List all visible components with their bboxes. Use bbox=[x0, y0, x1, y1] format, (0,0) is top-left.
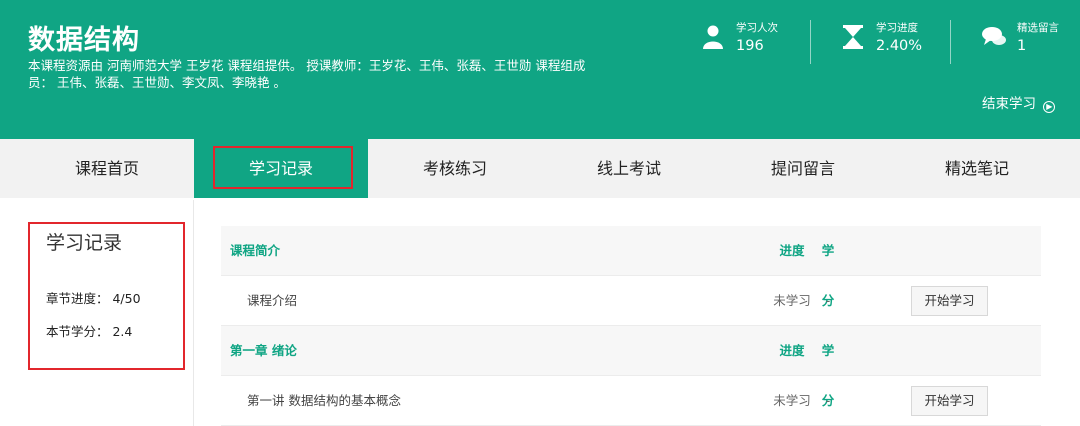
course-title: 数据结构 bbox=[28, 25, 140, 56]
highlight-box bbox=[213, 146, 353, 189]
tab-assessment[interactable]: 考核练习 bbox=[368, 139, 542, 198]
stat-value: 2.40% bbox=[876, 38, 923, 54]
hourglass-icon bbox=[843, 25, 863, 49]
start-study-button[interactable]: 开始学习 bbox=[911, 286, 988, 316]
tab-online-exam[interactable]: 线上考试 bbox=[542, 139, 716, 198]
user-icon bbox=[703, 25, 723, 49]
lesson-row: 课程介绍 未学习 - 开始学习 bbox=[221, 276, 1041, 326]
lesson-name: 第一讲 数据结构的基本概念 bbox=[247, 393, 401, 408]
stat-label: 学习人次 bbox=[736, 22, 778, 34]
chapter-name: 课程简介 bbox=[230, 243, 281, 258]
stat-divider bbox=[810, 20, 811, 64]
tab-notes[interactable]: 精选笔记 bbox=[890, 139, 1064, 198]
tab-study-record[interactable]: 学习记录 bbox=[194, 139, 368, 198]
sidebar-title: 学习记录 bbox=[46, 232, 123, 254]
course-nav: 课程首页 学习记录 考核练习 线上考试 提问留言 精选笔记 bbox=[0, 139, 1080, 198]
chapter-progress: 章节进度： 4/50 bbox=[46, 291, 141, 306]
lesson-credit: - bbox=[825, 293, 831, 308]
stat-divider bbox=[950, 20, 951, 64]
end-study-label: 结束学习 bbox=[982, 96, 1036, 112]
lesson-row: 第一讲 数据结构的基本概念 未学习 - 开始学习 bbox=[221, 376, 1041, 426]
end-study-link[interactable]: 结束学习 ▶ bbox=[982, 92, 1056, 113]
chapter-name: 第一章 绪论 bbox=[230, 343, 297, 358]
start-study-button[interactable]: 开始学习 bbox=[911, 386, 988, 416]
section-credit: 本节学分： 2.4 bbox=[46, 324, 133, 339]
stat-value: 196 bbox=[736, 38, 764, 54]
chapter-row: 第一章 绪论 进度 学分 bbox=[221, 326, 1041, 408]
course-description: 本课程资源由 河南师范大学 王岁花 课程组提供。 授课教师：王岁花、王伟、张磊、… bbox=[28, 58, 586, 90]
chat-bubbles-icon bbox=[982, 27, 1006, 45]
course-header: 数据结构 本课程资源由 河南师范大学 王岁花 课程组提供。 授课教师：王岁花、王… bbox=[0, 0, 1080, 139]
lesson-name: 课程介绍 bbox=[247, 293, 298, 308]
lesson-credit: - bbox=[825, 393, 831, 408]
arrow-circle-icon: ▶ bbox=[1043, 101, 1056, 113]
study-record-table: 课程简介 进度 学分 课程介绍 未学习 - 开始学习 第一章 绪论 进度 学分 … bbox=[221, 226, 1041, 426]
stat-label: 精选留言 bbox=[1017, 22, 1059, 34]
stat-label: 学习进度 bbox=[876, 22, 918, 34]
tab-questions[interactable]: 提问留言 bbox=[716, 139, 890, 198]
tab-course-home[interactable]: 课程首页 bbox=[20, 139, 194, 198]
stat-value: 1 bbox=[1017, 38, 1027, 54]
chapter-row: 课程简介 进度 学分 bbox=[221, 226, 1041, 308]
